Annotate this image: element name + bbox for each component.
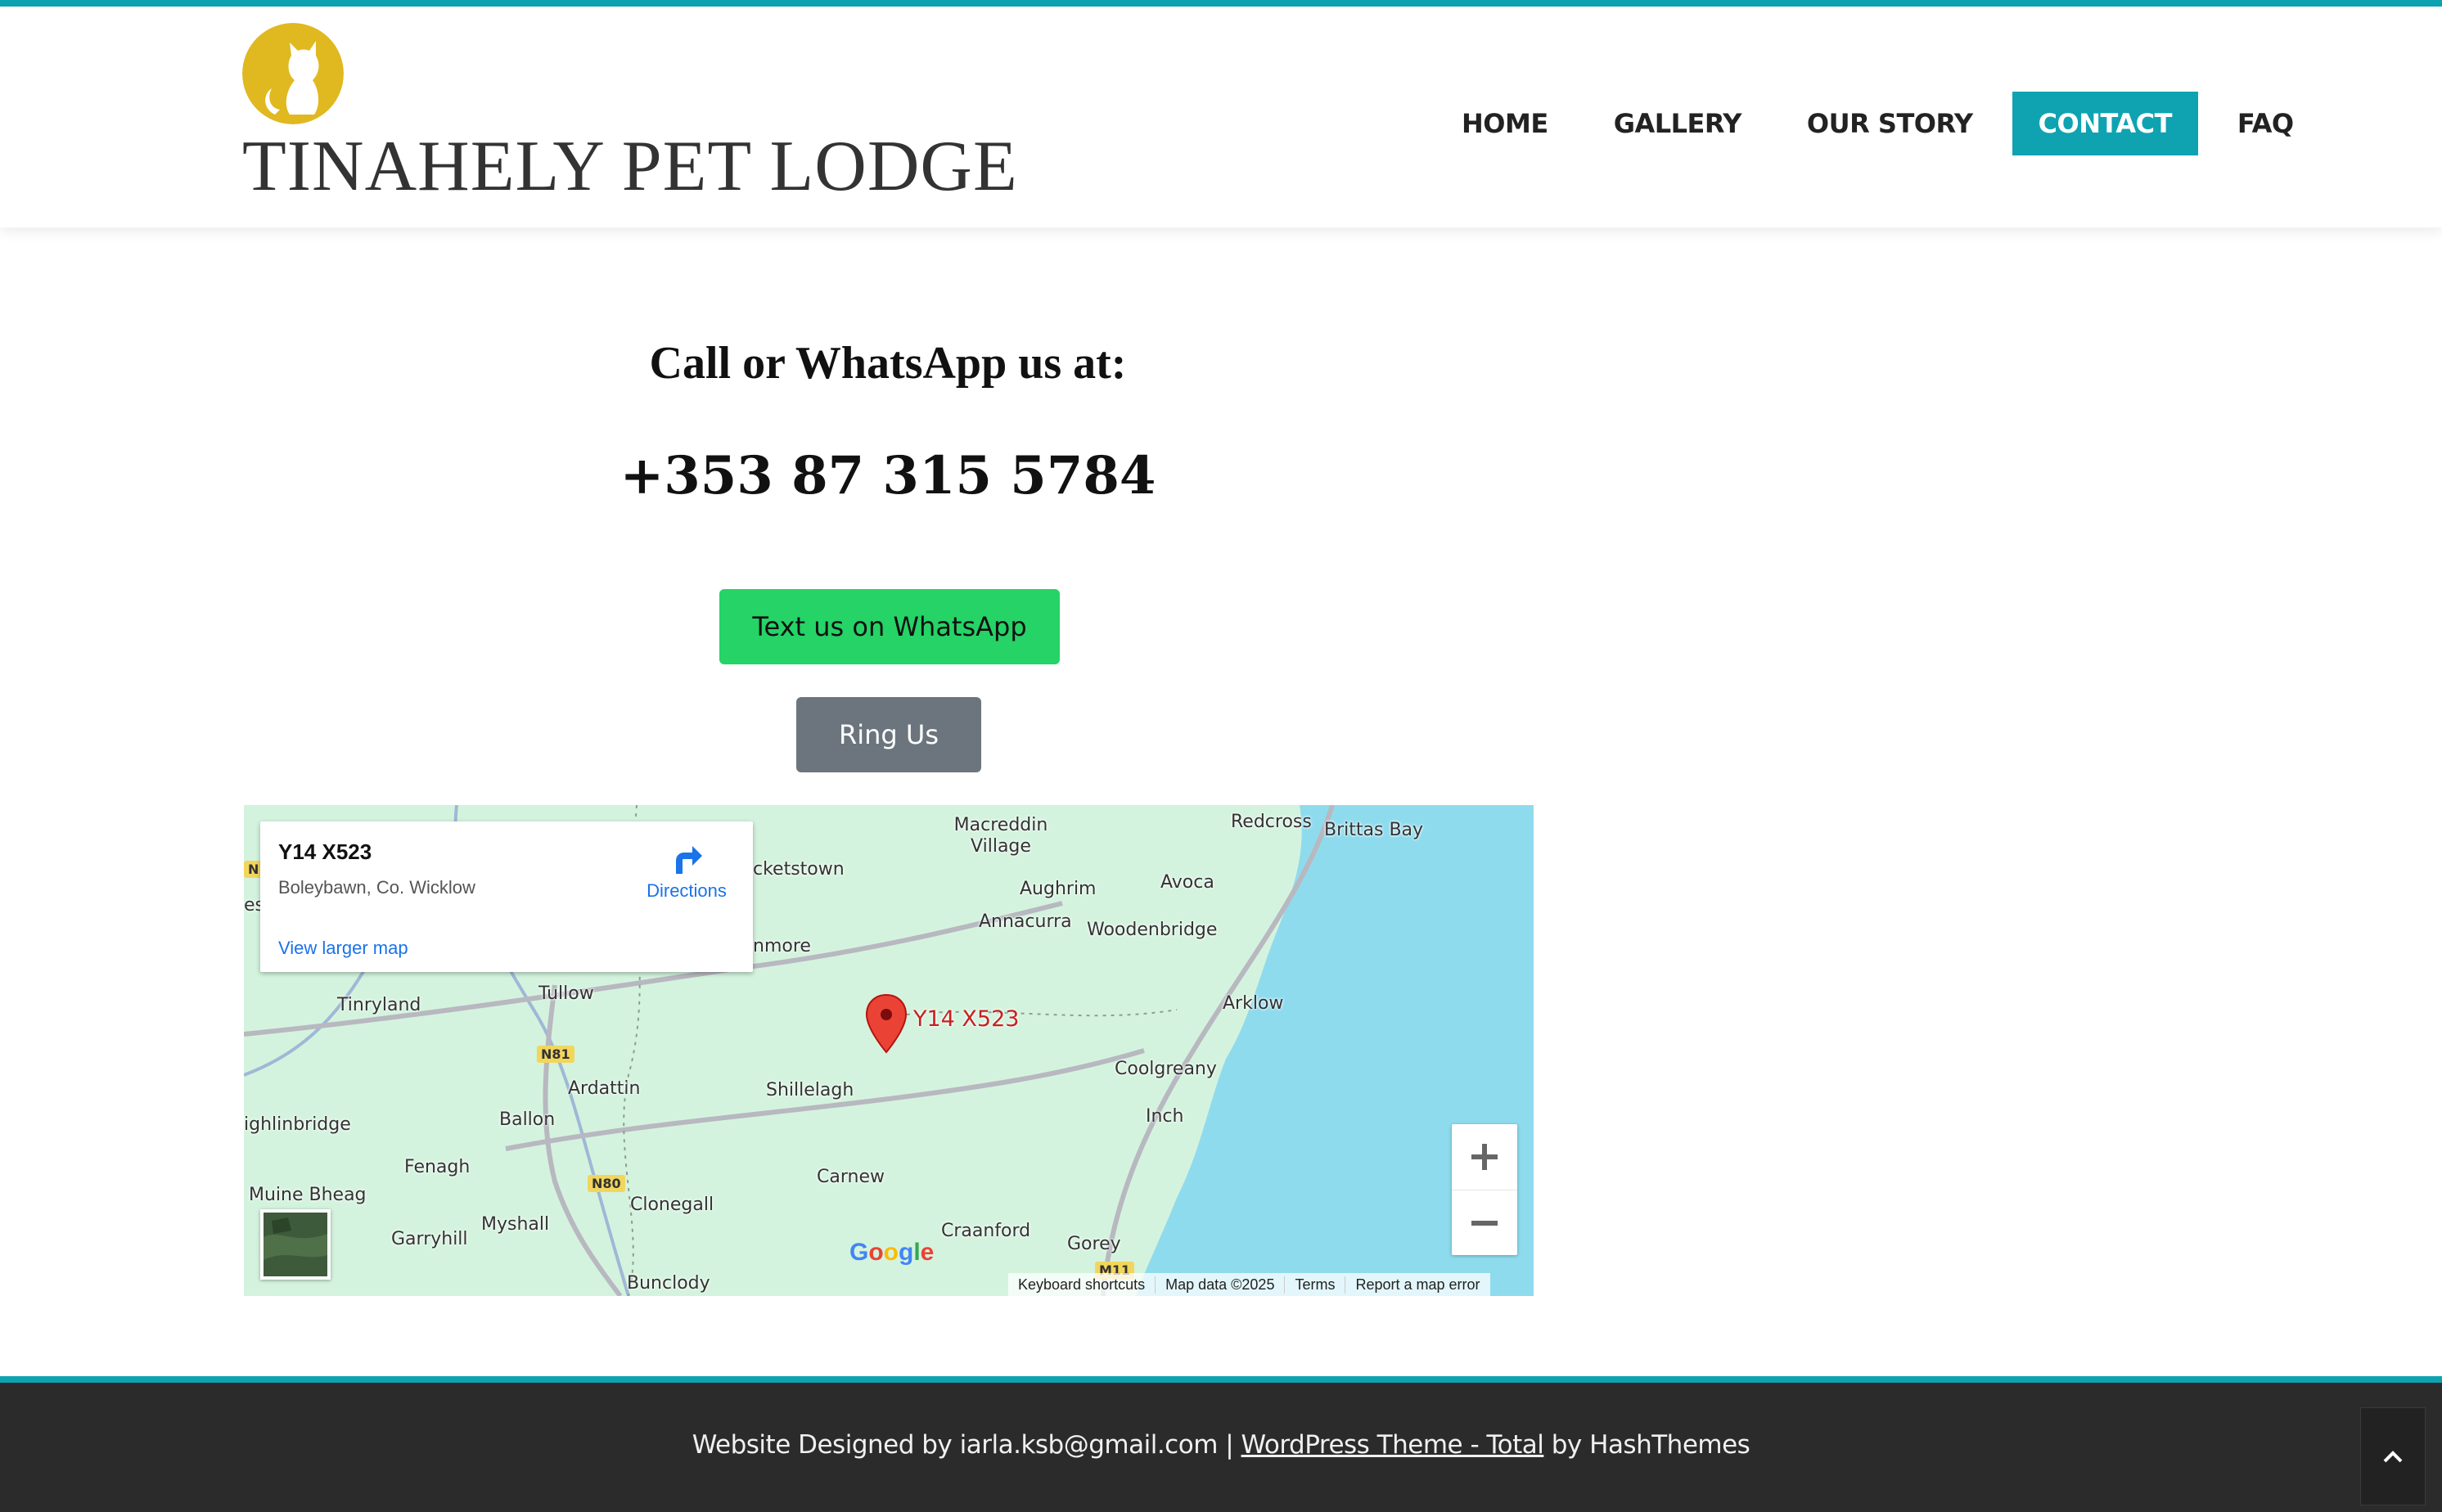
place-label: Clonegall	[630, 1195, 714, 1215]
logo-svg	[242, 23, 344, 124]
pin-dot	[881, 1009, 892, 1020]
place-address: Boleybawn, Co. Wicklow	[278, 877, 475, 898]
zoom-out-button[interactable]	[1452, 1190, 1517, 1255]
cat-icon[interactable]	[242, 23, 344, 124]
directions-button[interactable]: Directions	[633, 841, 740, 902]
minus-icon	[1471, 1221, 1498, 1226]
keyboard-shortcuts-link[interactable]: Keyboard shortcuts	[1008, 1276, 1155, 1294]
google-logo-letter: G	[849, 1239, 869, 1266]
zoom-in-button[interactable]	[1452, 1124, 1517, 1190]
theme-link[interactable]: WordPress Theme - Total	[1241, 1430, 1544, 1460]
google-logo: Google	[849, 1239, 934, 1267]
place-label: Coolgreany	[1115, 1059, 1217, 1079]
map-data-text: Map data ©2025	[1155, 1276, 1284, 1294]
directions-arrow	[676, 846, 702, 874]
footer-accent-strip	[0, 1376, 2442, 1383]
nav-contact[interactable]: CONTACT	[2012, 92, 2198, 155]
google-logo-letter: o	[868, 1239, 884, 1266]
directions-icon	[676, 846, 702, 874]
view-larger-map-link[interactable]: View larger map	[278, 938, 408, 959]
phone-number: +353 87 315 5784	[620, 445, 1156, 506]
minus-h	[1471, 1221, 1498, 1226]
place-label: Woodenbridge	[1087, 920, 1218, 940]
place-label: Myshall	[481, 1214, 550, 1235]
place-label: Muine Bheag	[249, 1185, 367, 1205]
place-label: Avoca	[1160, 872, 1214, 893]
satellite-thumbnail-icon	[264, 1213, 327, 1276]
place-label: nmore	[753, 936, 811, 956]
nav-our-story[interactable]: OUR STORY	[1781, 92, 1999, 155]
place-label: Brittas Bay	[1324, 820, 1424, 840]
place-label: Garryhill	[391, 1229, 468, 1249]
place-label: Gorey	[1067, 1234, 1121, 1254]
call-heading: Call or WhatsApp us at:	[649, 338, 1127, 389]
map-pin-icon[interactable]	[864, 993, 908, 1054]
zoom-controls	[1452, 1124, 1517, 1255]
site-title[interactable]: TINAHELY PET LODGE	[242, 131, 1018, 203]
nav-gallery[interactable]: GALLERY	[1588, 92, 1768, 155]
directions-label: Directions	[647, 880, 727, 901]
plus-icon	[1471, 1144, 1498, 1170]
google-logo-letter: g	[899, 1239, 914, 1266]
nav-home[interactable]: HOME	[1435, 92, 1575, 155]
place-label: Annacurra	[979, 911, 1072, 932]
place-label: Tinryland	[337, 995, 421, 1015]
place-label: Bunclody	[627, 1273, 710, 1294]
footer-suffix: by HashThemes	[1551, 1430, 1750, 1460]
footer-credits: Website Designed by iarla.ksb@gmail.com …	[0, 1430, 2442, 1460]
place-info-card: Y14 X523 Boleybawn, Co. Wicklow View lar…	[260, 821, 753, 972]
place-label: Redcross	[1231, 812, 1312, 832]
plus-v	[1482, 1144, 1487, 1170]
pin-body	[865, 993, 908, 1054]
google-logo-letter: l	[913, 1239, 921, 1266]
road-badge: N81	[537, 1046, 574, 1063]
place-label: Tullow	[538, 983, 594, 1004]
ring-us-button[interactable]: Ring Us	[796, 697, 981, 772]
chevron-up-icon	[2383, 1451, 2403, 1463]
site-footer: Website Designed by iarla.ksb@gmail.com …	[0, 1383, 2442, 1512]
satellite-toggle[interactable]	[260, 1209, 331, 1280]
google-logo-letter: e	[920, 1239, 935, 1266]
pin-label: Y14 X523	[913, 1006, 1020, 1032]
place-label: ighlinbridge	[244, 1114, 351, 1135]
footer-prefix: Website Designed by iarla.ksb@gmail.com …	[692, 1430, 1234, 1460]
main-nav: HOME GALLERY OUR STORY CONTACT FAQ	[1435, 92, 2320, 155]
place-label: cketstown	[753, 859, 845, 880]
place-label: Craanford	[941, 1221, 1031, 1241]
back-to-top-button[interactable]	[2360, 1407, 2426, 1505]
report-map-error-link[interactable]: Report a map error	[1345, 1276, 1489, 1294]
place-label: Aughrim	[1020, 879, 1097, 899]
google-map[interactable]: Macreddin Village Redcross Brittas Bay c…	[244, 805, 1534, 1296]
place-label: Ardattin	[568, 1078, 641, 1099]
site-header: TINAHELY PET LODGE HOME GALLERY OUR STOR…	[0, 7, 2442, 227]
place-label: Inch	[1146, 1106, 1184, 1127]
place-label: Fenagh	[404, 1157, 471, 1177]
whatsapp-button[interactable]: Text us on WhatsApp	[719, 589, 1060, 664]
place-label: Ballon	[499, 1109, 556, 1130]
place-label: Macreddin Village	[953, 815, 1048, 857]
place-label: Shillelagh	[766, 1080, 854, 1100]
nav-faq[interactable]: FAQ	[2211, 92, 2320, 155]
accent-top-bar	[0, 0, 2442, 7]
place-title: Y14 X523	[278, 839, 372, 864]
place-label: Carnew	[817, 1167, 885, 1187]
road-badge: N80	[588, 1175, 625, 1192]
chevron-up-shape	[2383, 1451, 2403, 1463]
google-logo-letter: o	[883, 1239, 899, 1266]
map-attribution: Keyboard shortcuts Map data ©2025 Terms …	[1008, 1273, 1490, 1296]
terms-link[interactable]: Terms	[1284, 1276, 1345, 1294]
place-label: Arklow	[1223, 993, 1284, 1014]
